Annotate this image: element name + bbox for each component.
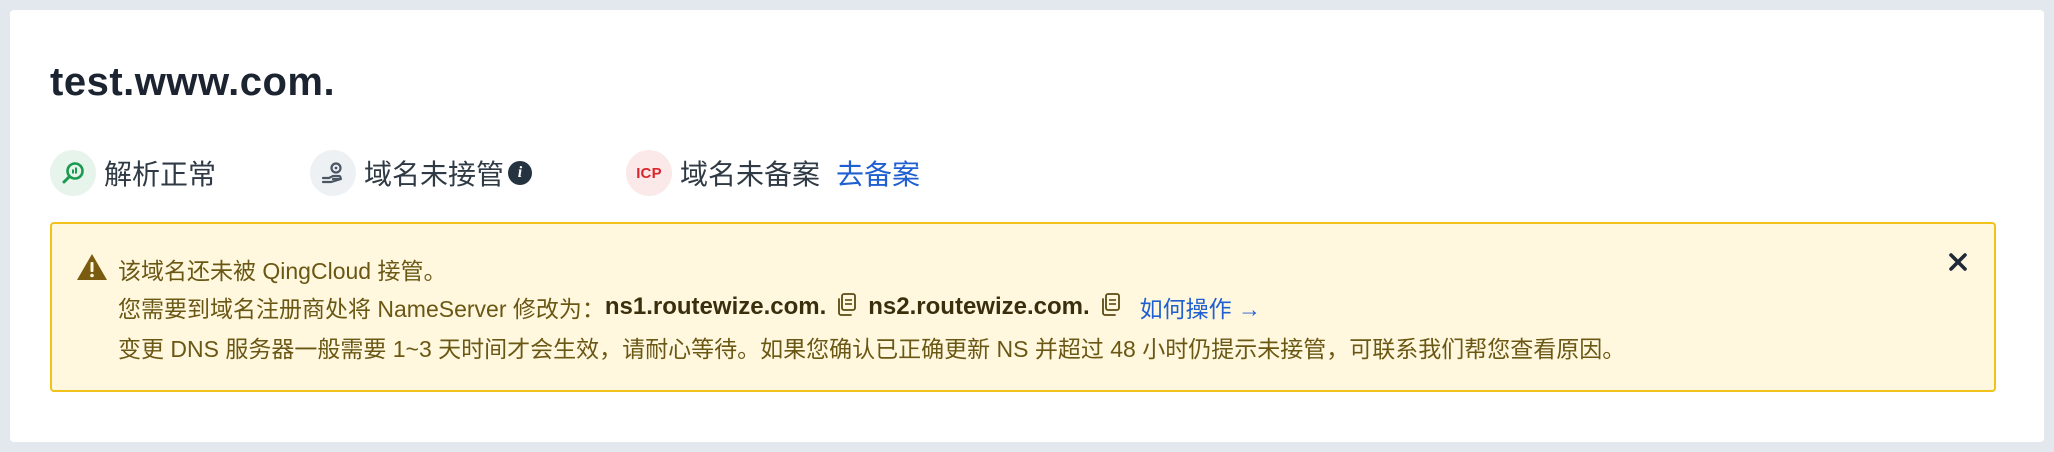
warning-icon [76, 252, 108, 287]
ns1-value: ns1.routewize.com. [604, 293, 827, 320]
page-title: test.www.com. [50, 60, 336, 104]
info-icon[interactable]: i [508, 161, 533, 185]
status-hosting: 域名未接管 i [310, 150, 626, 196]
status-icp: ICP 域名未备案 去备案 [626, 150, 920, 196]
close-icon[interactable] [1944, 248, 1972, 276]
ns-prefix: 您需要到域名注册商处将 NameServer 修改为： [118, 296, 605, 322]
hand-gear-icon [310, 150, 356, 196]
howto-link[interactable]: 如何操作 → [1140, 290, 1261, 324]
dns-search-icon [50, 150, 96, 196]
icp-register-link[interactable]: 去备案 [836, 153, 920, 193]
alert-note: 变更 DNS 服务器一般需要 1~3 天时间才会生效，请耐心等待。如果您确认已正… [118, 336, 1626, 362]
icp-badge: ICP [636, 164, 662, 182]
alert-title: 该域名还未被 QingCloud 接管。 [118, 258, 447, 284]
status-row: 解析正常 域名未接管 i ICP 域名未备案 去备案 [50, 148, 920, 198]
not-hosted-alert: 该域名还未被 QingCloud 接管。 您需要到域名注册商处将 NameSer… [50, 222, 1996, 392]
status-hosting-label: 域名未接管 [364, 159, 505, 190]
status-resolve: 解析正常 [50, 150, 310, 196]
icp-icon: ICP [626, 150, 672, 196]
copy-icon[interactable] [834, 291, 860, 323]
ns2-value: ns2.routewize.com. [868, 293, 1090, 320]
alert-ns-line: 您需要到域名注册商处将 NameServer 修改为： ns1.routewiz… [118, 290, 1261, 324]
status-icp-label: 域名未备案 [680, 159, 821, 190]
copy-icon[interactable] [1098, 291, 1124, 323]
domain-card: test.www.com. 解析正常 域名未接管 i ICP 域名未备案 去备案… [10, 10, 2044, 442]
status-resolve-label: 解析正常 [104, 159, 217, 190]
